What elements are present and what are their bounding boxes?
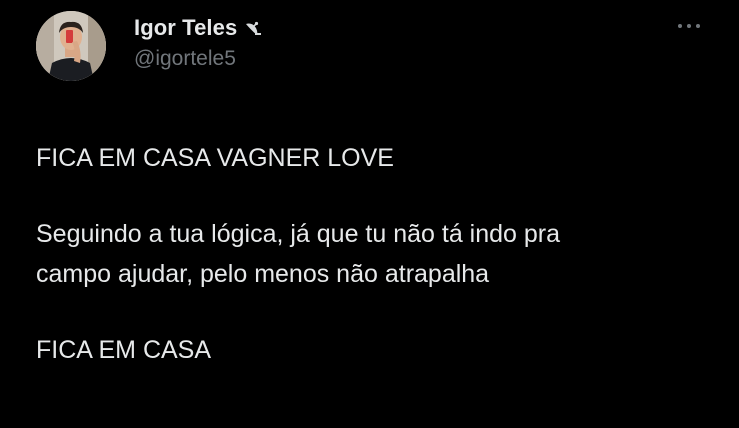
more-options-icon xyxy=(678,24,700,28)
tweet-line-1: FICA EM CASA VAGNER LOVE xyxy=(36,144,394,172)
tweet-line-3: FICA EM CASA xyxy=(36,336,212,364)
user-header: Igor Teles @igortele5 xyxy=(134,12,263,71)
profile-photo xyxy=(36,11,106,81)
avatar[interactable] xyxy=(36,11,106,81)
tweet-card: Igor Teles @igortele5 FICA EM CASA VAGNE… xyxy=(0,0,739,428)
satellite-dish-icon xyxy=(243,18,263,38)
tweet-line-2a: Seguindo a tua lógica, já que tu não tá … xyxy=(36,220,561,248)
tweet-line-2b: campo ajudar, pelo menos não atrapalha xyxy=(36,260,490,288)
name-row: Igor Teles xyxy=(134,12,263,44)
more-options-button[interactable] xyxy=(672,14,706,38)
display-name[interactable]: Igor Teles xyxy=(134,15,237,41)
user-handle[interactable]: @igortele5 xyxy=(134,47,263,71)
tweet-text: FICA EM CASA VAGNER LOVE Seguindo a tua … xyxy=(36,138,716,370)
